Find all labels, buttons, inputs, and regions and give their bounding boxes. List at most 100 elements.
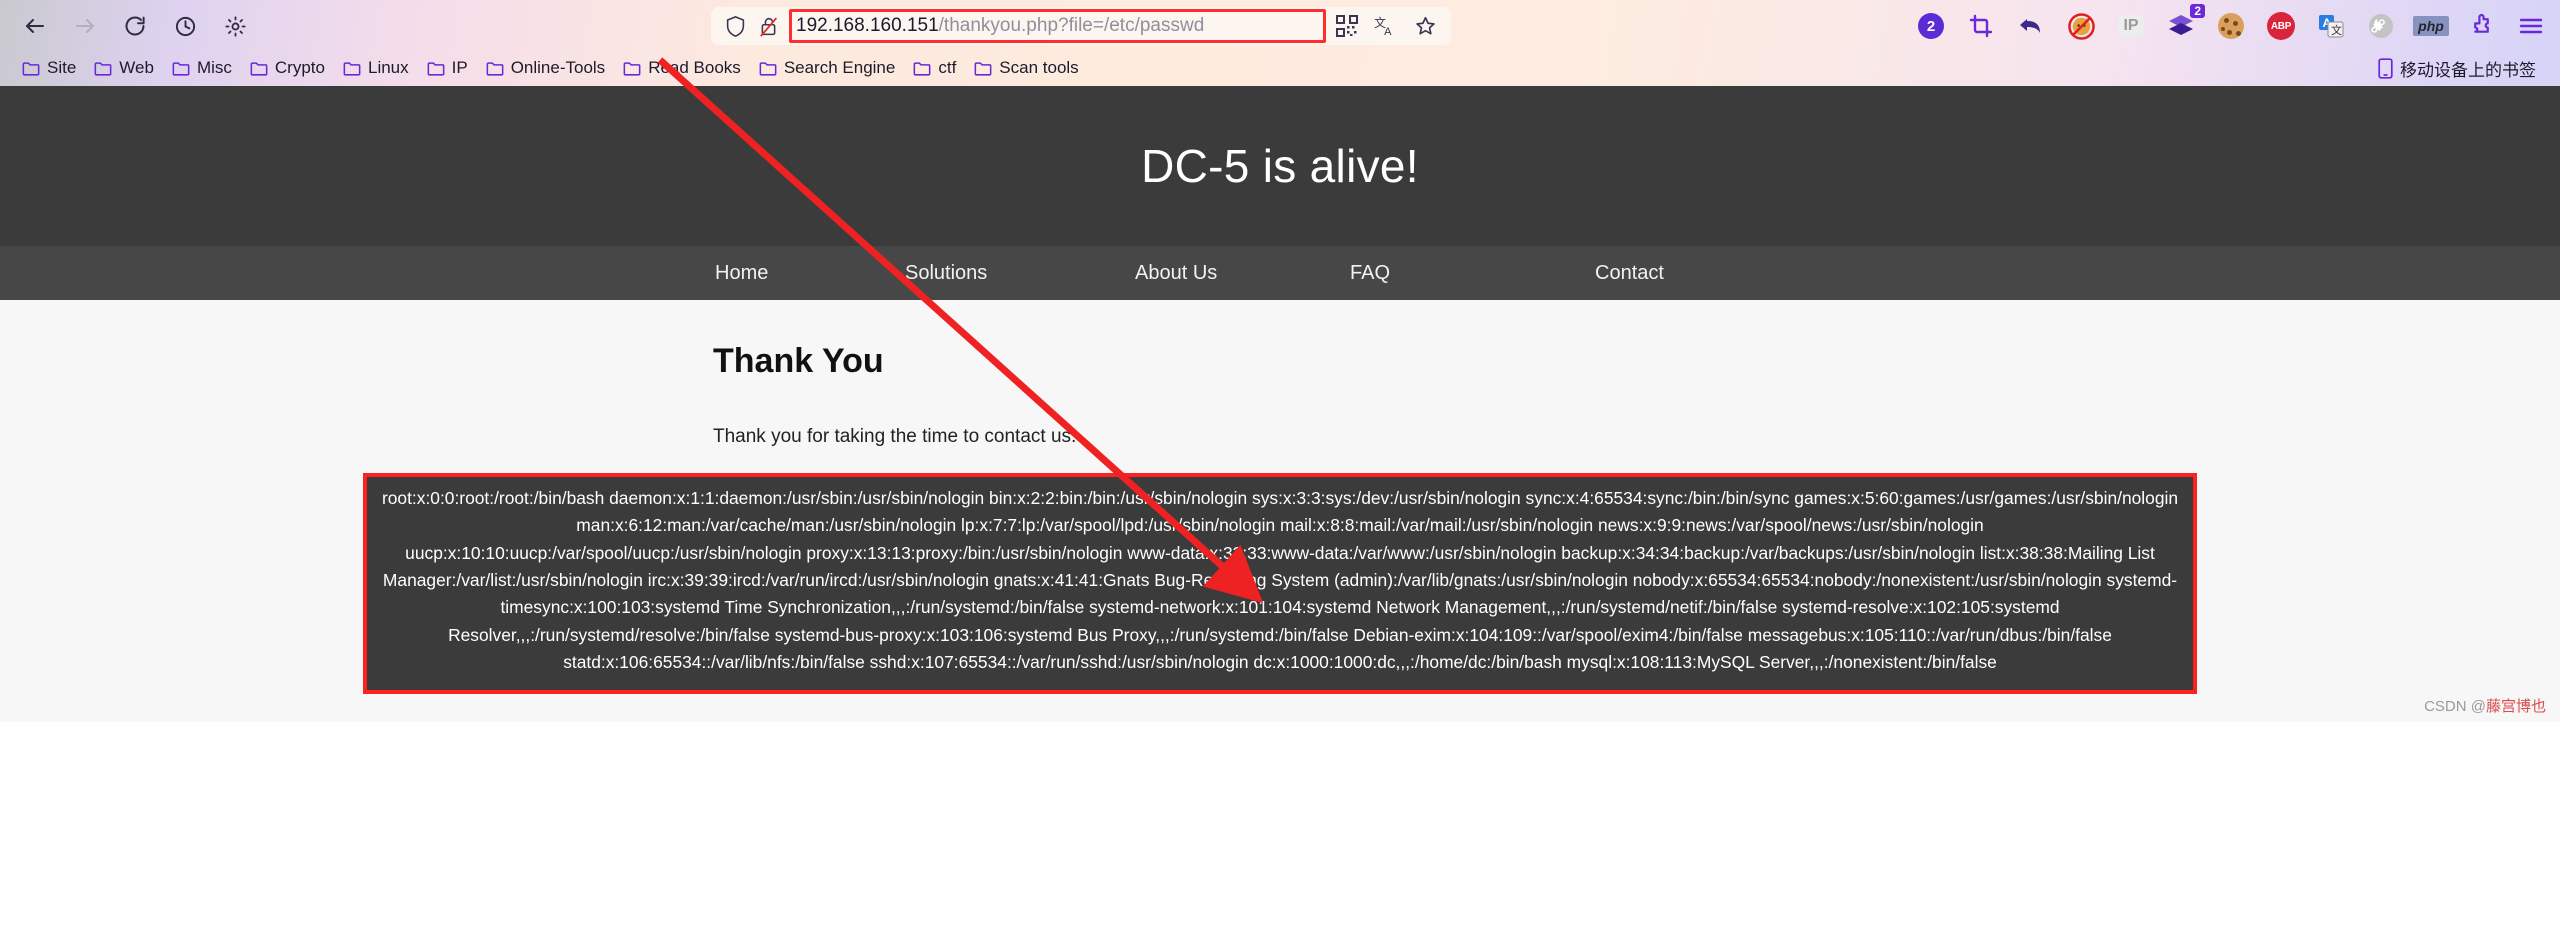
reload-button[interactable] (114, 5, 156, 47)
crop-icon (1969, 14, 1993, 38)
mobile-bookmarks-label: 移动设备上的书签 (2400, 60, 2536, 80)
unlocked-padlock-crossed-icon[interactable] (758, 15, 779, 38)
bookmark-label: Crypto (274, 58, 325, 77)
bookmark-label: Linux (367, 58, 409, 77)
folder-icon (623, 61, 641, 76)
bookmark-ctf[interactable]: ctf (905, 56, 966, 80)
extension-screenshot-crop[interactable] (1966, 11, 1996, 41)
bookmark-label: IP (451, 58, 468, 77)
url-path: /thankyou.php?file=/etc/passwd (938, 15, 1205, 36)
folder-icon (486, 61, 504, 76)
page-content-inner: Thank You Thank you for taking the time … (685, 342, 1875, 448)
bookmark-mobile-bookmarks[interactable]: 移动设备上的书签 (2370, 54, 2546, 83)
mobile-phone-icon (2378, 57, 2393, 79)
watermark: CSDN @藤宫博也 (2424, 695, 2546, 716)
site-navbar: Home Solutions About Us FAQ Contact (0, 246, 2560, 300)
address-bar-container: 192.168.160.151/thankyou.php?file=/etc/p… (266, 7, 1896, 45)
nav-link-home[interactable]: Home (715, 262, 905, 285)
extension-adblock-plus[interactable]: ABP (2266, 11, 2296, 41)
back-arrow-icon (26, 19, 44, 33)
counter-badge-label: 2 (1918, 13, 1944, 39)
extension-noscript[interactable] (2066, 11, 2096, 41)
folder-icon (172, 61, 190, 76)
nav-link-faq[interactable]: FAQ (1350, 262, 1595, 285)
extension-downthemall[interactable]: 2 (2166, 4, 2205, 41)
svg-text:文: 文 (2331, 23, 2342, 37)
web-page: DC-5 is alive! Home Solutions About Us F… (0, 86, 2560, 723)
bookmark-site[interactable]: Site (14, 56, 86, 80)
bookmark-misc[interactable]: Misc (164, 56, 242, 80)
settings-button[interactable] (214, 5, 256, 47)
hamburger-icon (2519, 18, 2543, 34)
star-outline-icon[interactable] (1414, 15, 1437, 37)
bookmark-search-engine[interactable]: Search Engine (751, 56, 906, 80)
bookmark-web[interactable]: Web (86, 56, 164, 80)
watermark-prefix: CSDN @ (2424, 698, 2486, 716)
address-bar-right-icons: 文 A (1336, 15, 1441, 37)
app-menu-button[interactable] (2516, 11, 2546, 41)
forward-arrow-icon (76, 19, 94, 33)
folder-icon (759, 61, 777, 76)
extensions-puzzle-button[interactable] (2466, 11, 2496, 41)
bookmark-label: Site (47, 58, 77, 77)
php-label: php (2413, 16, 2449, 36)
history-clock-icon (175, 16, 195, 36)
extension-cookie-manager[interactable] (2216, 11, 2246, 41)
shield-icon[interactable] (725, 15, 746, 38)
bookmark-linux[interactable]: Linux (335, 56, 419, 80)
puzzle-icon (2473, 13, 2489, 33)
bookmark-crypto[interactable]: Crypto (242, 56, 335, 80)
extension-php-tools[interactable]: php (2413, 11, 2449, 41)
folder-icon (343, 61, 361, 76)
translate-icon[interactable]: 文 A (1374, 15, 1398, 37)
browser-toolbar: 192.168.160.151/thankyou.php?file=/etc/p… (0, 0, 2560, 52)
extension-command-key[interactable] (2366, 11, 2396, 41)
command-glyph-icon (2369, 14, 2393, 38)
navigation-buttons (14, 5, 256, 47)
bookmark-online-tools[interactable]: Online-Tools (478, 56, 616, 80)
reload-icon (125, 16, 145, 36)
forward-button[interactable] (64, 5, 106, 47)
ip-label: IP (2118, 15, 2144, 37)
extension-ip-address[interactable]: IP (2116, 11, 2146, 41)
translate-card-icon: A 文 (2319, 15, 2344, 38)
passwd-file-output: root:x:0:0:root:/root:/bin/bash daemon:x… (367, 477, 2193, 691)
history-button[interactable] (164, 5, 206, 47)
page-content: Thank You Thank you for taking the time … (0, 300, 2560, 723)
bookmark-label: Misc (196, 58, 232, 77)
nav-link-contact[interactable]: Contact (1595, 262, 1664, 285)
site-navbar-inner: Home Solutions About Us FAQ Contact (685, 262, 1875, 285)
passwd-highlight-box: root:x:0:0:root:/root:/bin/bash daemon:x… (363, 473, 2197, 695)
page-title: DC-5 is alive! (1141, 140, 1419, 192)
watermark-name: 藤宫博也 (2485, 698, 2546, 716)
extension-toolbar: 2 IP 2 ABP A 文 php (1896, 4, 2546, 41)
address-bar-left-icons (721, 15, 779, 38)
bookmark-label: Web (119, 58, 154, 77)
browser-chrome: 192.168.160.151/thankyou.php?file=/etc/p… (0, 0, 2560, 86)
content-heading: Thank You (713, 342, 884, 380)
address-bar[interactable]: 192.168.160.151/thankyou.php?file=/etc/p… (711, 7, 1451, 45)
cookie-icon (2218, 13, 2244, 39)
bookmark-ip[interactable]: IP (419, 56, 478, 80)
svg-text:A: A (1384, 26, 1392, 37)
qr-code-icon[interactable] (1336, 15, 1358, 37)
nav-link-about-us[interactable]: About Us (1135, 262, 1350, 285)
bookmark-label: Scan tools (999, 58, 1079, 77)
folder-icon (913, 61, 931, 76)
extension-translator[interactable]: A 文 (2316, 11, 2346, 41)
gear-icon (224, 15, 246, 37)
extension-undo-close-tab[interactable] (2016, 11, 2046, 41)
url-text-field[interactable]: 192.168.160.151/thankyou.php?file=/etc/p… (789, 9, 1326, 43)
extension-counter-badge[interactable]: 2 (1916, 11, 1946, 41)
nav-link-solutions[interactable]: Solutions (905, 262, 1135, 285)
bookmark-label: Online-Tools (510, 58, 606, 77)
url-host: 192.168.160.151 (796, 15, 939, 36)
folder-icon (974, 61, 992, 76)
content-lead-text: Thank you for taking the time to contact… (713, 426, 1077, 447)
bookmark-scan-tools[interactable]: Scan tools (966, 56, 1088, 80)
bookmark-label: ctf (938, 58, 957, 77)
folder-icon (94, 61, 112, 76)
bookmark-read-books[interactable]: Read Books (615, 56, 751, 80)
bookmark-label: Read Books (648, 58, 741, 77)
back-button[interactable] (14, 5, 56, 47)
